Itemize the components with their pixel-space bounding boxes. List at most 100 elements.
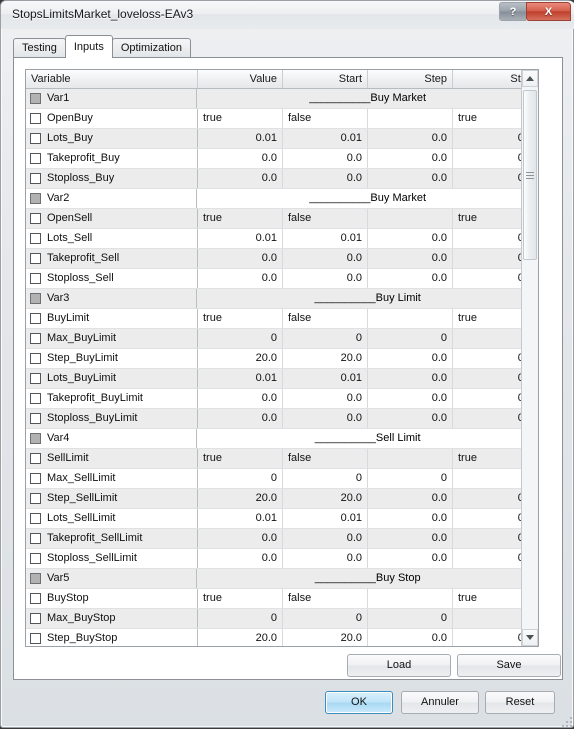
table-row[interactable]: Takeprofit_SellLimit0.00.00.00.0 (26, 529, 538, 549)
cell-start[interactable]: 20.0 (283, 349, 368, 368)
cell-value[interactable]: 0.01 (198, 369, 283, 388)
checkbox-icon[interactable] (30, 473, 41, 484)
cell-step[interactable]: 0.0 (368, 549, 453, 568)
cell-value[interactable]: 0.01 (198, 509, 283, 528)
checkbox-icon[interactable] (30, 333, 41, 344)
cell-start[interactable]: 0.0 (283, 169, 368, 188)
checkbox-icon[interactable] (30, 353, 41, 364)
table-row[interactable]: Stoploss_SellLimit0.00.00.00.0 (26, 549, 538, 569)
table-row[interactable]: OpenBuy true false true (26, 109, 538, 129)
cell-start[interactable]: 0.0 (283, 529, 368, 548)
cell-start[interactable]: false (283, 449, 368, 468)
checkbox-icon[interactable] (30, 313, 41, 324)
cell-value[interactable]: 0.0 (198, 529, 283, 548)
cell-value[interactable]: 0.0 (198, 149, 283, 168)
scroll-up-icon[interactable] (522, 70, 538, 87)
table-row[interactable]: Lots_SellLimit0.010.010.00.0 (26, 509, 538, 529)
cell-value[interactable]: 20.0 (198, 349, 283, 368)
table-row[interactable]: Var2 __________Buy Market (26, 189, 538, 209)
tab-optimization[interactable]: Optimization (111, 38, 191, 57)
cell-start[interactable]: 0.0 (283, 389, 368, 408)
resize-grip-icon[interactable] (560, 715, 572, 727)
tab-testing[interactable]: Testing (13, 38, 66, 57)
tab-inputs[interactable]: Inputs (64, 35, 113, 58)
cell-step[interactable]: 0.0 (368, 249, 453, 268)
save-button[interactable]: Save (457, 654, 561, 677)
cell-start[interactable]: 0.01 (283, 229, 368, 248)
cell-start[interactable]: 0.0 (283, 409, 368, 428)
table-row[interactable]: Step_BuyLimit20.020.00.00.0 (26, 349, 538, 369)
checkbox-icon[interactable] (30, 213, 41, 224)
cell-start[interactable]: 0.01 (283, 509, 368, 528)
table-row[interactable]: Stoploss_Sell0.00.00.00.0 (26, 269, 538, 289)
table-row[interactable]: Max_SellLimit0000 (26, 469, 538, 489)
help-icon[interactable]: ? (499, 2, 526, 21)
checkbox-icon[interactable] (30, 493, 41, 504)
cell-value[interactable]: 0 (198, 469, 283, 488)
cell-value[interactable]: 0.0 (198, 549, 283, 568)
cell-step[interactable] (368, 209, 453, 228)
cell-start[interactable]: 20.0 (283, 629, 368, 646)
table-row[interactable]: Takeprofit_BuyLimit0.00.00.00.0 (26, 389, 538, 409)
cell-step[interactable]: 0.0 (368, 349, 453, 368)
checkbox-icon[interactable] (30, 513, 41, 524)
table-row[interactable]: Var4 __________Sell Limit (26, 429, 538, 449)
cell-value[interactable]: 0.0 (198, 389, 283, 408)
cell-start[interactable]: 0 (283, 329, 368, 348)
cell-step[interactable] (368, 589, 453, 608)
checkbox-icon[interactable] (30, 453, 41, 464)
cell-start[interactable]: false (283, 209, 368, 228)
cell-value[interactable]: 0.01 (198, 229, 283, 248)
cell-start[interactable]: 20.0 (283, 489, 368, 508)
checkbox-icon[interactable] (30, 233, 41, 244)
cell-value[interactable]: 0 (198, 609, 283, 628)
column-header-variable[interactable]: Variable (26, 70, 198, 88)
cell-start[interactable]: 0.0 (283, 549, 368, 568)
checkbox-icon[interactable] (30, 633, 41, 644)
cell-step[interactable]: 0.0 (368, 409, 453, 428)
checkbox-icon[interactable] (30, 553, 41, 564)
cell-step[interactable] (368, 309, 453, 328)
table-row[interactable]: Stoploss_BuyLimit0.00.00.00.0 (26, 409, 538, 429)
cancel-button[interactable]: Annuler (401, 691, 479, 714)
table-row[interactable]: Stoploss_Buy0.00.00.00.0 (26, 169, 538, 189)
cell-step[interactable]: 0.0 (368, 129, 453, 148)
cell-value[interactable]: 20.0 (198, 629, 283, 646)
cell-start[interactable]: 0 (283, 469, 368, 488)
scroll-down-icon[interactable] (522, 629, 538, 646)
cell-step[interactable]: 0.0 (368, 229, 453, 248)
cell-step[interactable] (368, 449, 453, 468)
title-bar[interactable]: StopsLimitsMarket_loveloss-EAv3 ? X (1, 1, 574, 29)
cell-step[interactable]: 0.0 (368, 369, 453, 388)
table-row[interactable]: Max_BuyStop0000 (26, 609, 538, 629)
cell-step[interactable]: 0 (368, 469, 453, 488)
cell-start[interactable]: 0.01 (283, 369, 368, 388)
checkbox-icon[interactable] (30, 273, 41, 284)
cell-value[interactable]: 0.0 (198, 269, 283, 288)
cell-step[interactable]: 0 (368, 329, 453, 348)
cell-value[interactable]: 0 (198, 329, 283, 348)
checkbox-icon[interactable] (30, 113, 41, 124)
reset-button[interactable]: Reset (485, 691, 555, 714)
cell-value[interactable]: 0.01 (198, 129, 283, 148)
cell-value[interactable]: true (198, 589, 283, 608)
checkbox-icon[interactable] (30, 413, 41, 424)
cell-value[interactable]: true (198, 309, 283, 328)
cell-step[interactable]: 0.0 (368, 169, 453, 188)
ok-button[interactable]: OK (325, 691, 393, 714)
table-row[interactable]: Step_SellLimit20.020.00.00.0 (26, 489, 538, 509)
table-row[interactable]: Takeprofit_Buy0.00.00.00.0 (26, 149, 538, 169)
cell-step[interactable]: 0.0 (368, 629, 453, 646)
table-row[interactable]: Var1 __________Buy Market (26, 89, 538, 109)
checkbox-icon[interactable] (30, 153, 41, 164)
checkbox-icon[interactable] (30, 533, 41, 544)
table-row[interactable]: OpenSell true false true (26, 209, 538, 229)
cell-step[interactable]: 0 (368, 609, 453, 628)
table-row[interactable]: Lots_Buy0.010.010.00.0 (26, 129, 538, 149)
checkbox-icon[interactable] (30, 173, 41, 184)
scrollbar-thumb[interactable] (523, 90, 537, 260)
cell-step[interactable]: 0.0 (368, 489, 453, 508)
cell-start[interactable]: false (283, 109, 368, 128)
cell-start[interactable]: 0 (283, 609, 368, 628)
table-row[interactable]: Max_BuyLimit0000 (26, 329, 538, 349)
